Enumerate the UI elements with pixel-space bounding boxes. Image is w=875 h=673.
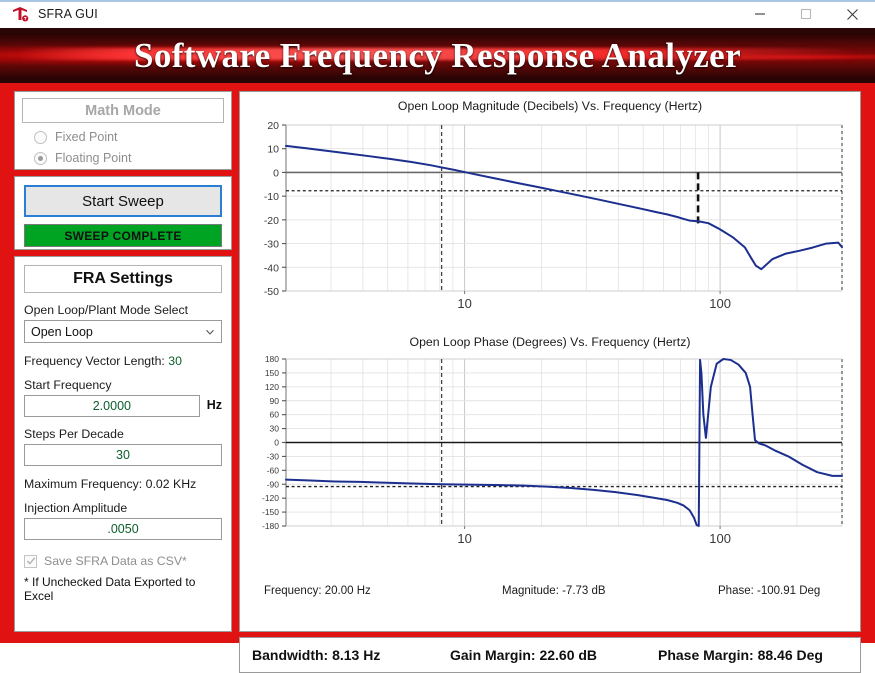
fra-settings-panel: FRA Settings Open Loop/Plant Mode Select… — [14, 256, 232, 632]
svg-text:100: 100 — [709, 531, 731, 546]
magnitude-plot-svg: 20100-10-20-30-40-5010 100 — [264, 120, 843, 311]
main-body-frame: Math Mode Fixed Point Floating Point Sta… — [0, 83, 875, 673]
radio-floating-point-label: Floating Point — [55, 151, 132, 165]
mode-select-dropdown[interactable]: Open Loop — [24, 320, 222, 343]
csv-footnote: * If Unchecked Data Exported to Excel — [24, 575, 196, 603]
injection-amplitude-input[interactable]: .0050 — [24, 518, 222, 540]
svg-text:-20: -20 — [264, 215, 279, 227]
window-title-bar: SFRA GUI — [0, 0, 875, 29]
svg-text:-180: -180 — [262, 521, 279, 531]
ti-logo-icon — [10, 5, 30, 23]
app-banner-title: Software Frequency Response Analyzer — [133, 35, 742, 75]
cursor-readout-bar: Frequency: 20.00 Hz Magnitude: -7.73 dB … — [240, 578, 860, 604]
svg-text:180: 180 — [265, 354, 279, 364]
summary-bar: Bandwidth: 8.13 Hz Gain Margin: 22.60 dB… — [239, 637, 861, 673]
svg-text:0: 0 — [274, 438, 279, 448]
app-banner: Software Frequency Response Analyzer — [0, 28, 875, 83]
mode-select-label: Open Loop/Plant Mode Select — [24, 303, 189, 317]
svg-text:-60: -60 — [267, 465, 280, 475]
check-icon — [24, 554, 37, 568]
sfra-gui-window: SFRA GUI Software Frequency Response Ana… — [0, 0, 875, 673]
start-frequency-unit: Hz — [206, 397, 222, 412]
bandwidth-value: Bandwidth: 8.13 Hz — [252, 647, 381, 663]
frequency-vector-length-value: 30 — [168, 354, 182, 368]
phase-margin-value: Phase Margin: 88.46 Deg — [658, 647, 823, 663]
svg-text:60: 60 — [270, 410, 280, 420]
svg-text:20: 20 — [267, 120, 279, 132]
svg-text:-150: -150 — [262, 507, 279, 517]
chevron-down-icon — [205, 327, 215, 337]
svg-text:-30: -30 — [267, 451, 280, 461]
start-frequency-row: 2.0000 Hz — [24, 392, 222, 417]
save-csv-label: Save SFRA Data as CSV* — [44, 554, 187, 568]
svg-text:100: 100 — [709, 296, 731, 311]
radio-option-fixed-point[interactable]: Fixed Point — [22, 130, 224, 144]
phase-plot: 180 150 120 90 60 30 0 -30 -60 -90 -120 -150 -180 10 1… — [240, 349, 860, 554]
svg-text:-90: -90 — [267, 479, 280, 489]
start-sweep-button[interactable]: Start Sweep — [24, 185, 222, 217]
sweep-status-badge: SWEEP COMPLETE — [24, 224, 222, 247]
cursor-magnitude-readout: Magnitude: -7.73 dB — [502, 585, 606, 597]
fra-settings-title: FRA Settings — [24, 265, 222, 293]
phase-plot-title: Open Loop Phase (Degrees) Vs. Frequency … — [409, 335, 691, 349]
left-sidebar: Math Mode Fixed Point Floating Point Sta… — [14, 91, 232, 632]
maximum-frequency-value: 0.02 KHz — [145, 477, 197, 491]
mode-select-value: Open Loop — [31, 324, 93, 339]
window-title: SFRA GUI — [38, 7, 98, 21]
svg-text:90: 90 — [270, 396, 280, 406]
svg-text:120: 120 — [265, 382, 279, 392]
math-mode-panel: Math Mode Fixed Point Floating Point — [14, 91, 232, 170]
cursor-frequency-readout: Frequency: 20.00 Hz — [264, 585, 371, 597]
injection-amplitude-label: Injection Amplitude — [24, 501, 128, 515]
svg-text:10: 10 — [457, 296, 471, 311]
sweep-panel: Start Sweep SWEEP COMPLETE — [14, 176, 232, 250]
start-frequency-input[interactable]: 2.0000 — [24, 395, 200, 417]
radio-floating-point-icon — [34, 151, 47, 165]
cursor-phase-readout: Phase: -100.91 Deg — [718, 585, 821, 597]
radio-option-floating-point[interactable]: Floating Point — [22, 151, 224, 165]
main-body-inner: Math Mode Fixed Point Floating Point Sta… — [7, 89, 868, 673]
frequency-vector-length-label: Frequency Vector Length: — [24, 354, 165, 368]
svg-text:0: 0 — [273, 167, 279, 179]
phase-plot-svg: 180 150 120 90 60 30 0 -30 -60 -90 -120 -150 -180 10 1… — [262, 354, 843, 546]
svg-text:150: 150 — [265, 368, 279, 378]
math-mode-title: Math Mode — [22, 98, 224, 123]
svg-text:10: 10 — [457, 531, 471, 546]
radio-fixed-point-label: Fixed Point — [55, 130, 118, 144]
minimize-icon[interactable] — [737, 0, 783, 28]
radio-fixed-point-icon — [34, 130, 47, 144]
maximum-frequency-row: Maximum Frequency: 0.02 KHz — [24, 477, 222, 491]
svg-text:-50: -50 — [264, 286, 279, 298]
svg-text:-120: -120 — [262, 493, 279, 503]
frequency-vector-length-row: Frequency Vector Length: 30 — [24, 354, 222, 368]
magnitude-plot: 20 10 0 -10 -20 -30 -40 -50 10 100 — [240, 113, 860, 321]
svg-text:-40: -40 — [264, 262, 279, 274]
steps-per-decade-label: Steps Per Decade — [24, 427, 124, 441]
start-frequency-label: Start Frequency — [24, 378, 112, 392]
gain-margin-value: Gain Margin: 22.60 dB — [450, 647, 598, 663]
magnitude-plot-title: Open Loop Magnitude (Decibels) Vs. Frequ… — [397, 99, 703, 113]
plots-panel: Open Loop Magnitude (Decibels) Vs. Frequ… — [239, 91, 861, 632]
save-csv-checkbox-row[interactable]: Save SFRA Data as CSV* — [24, 554, 222, 568]
close-icon[interactable] — [829, 0, 875, 28]
svg-text:-30: -30 — [264, 239, 279, 251]
svg-text:30: 30 — [270, 424, 280, 434]
steps-per-decade-input[interactable]: 30 — [24, 444, 222, 466]
window-controls — [737, 0, 875, 28]
maximum-frequency-label: Maximum Frequency: — [24, 477, 143, 491]
maximize-icon[interactable] — [783, 0, 829, 28]
svg-text:10: 10 — [267, 144, 279, 156]
svg-text:-10: -10 — [264, 191, 279, 203]
